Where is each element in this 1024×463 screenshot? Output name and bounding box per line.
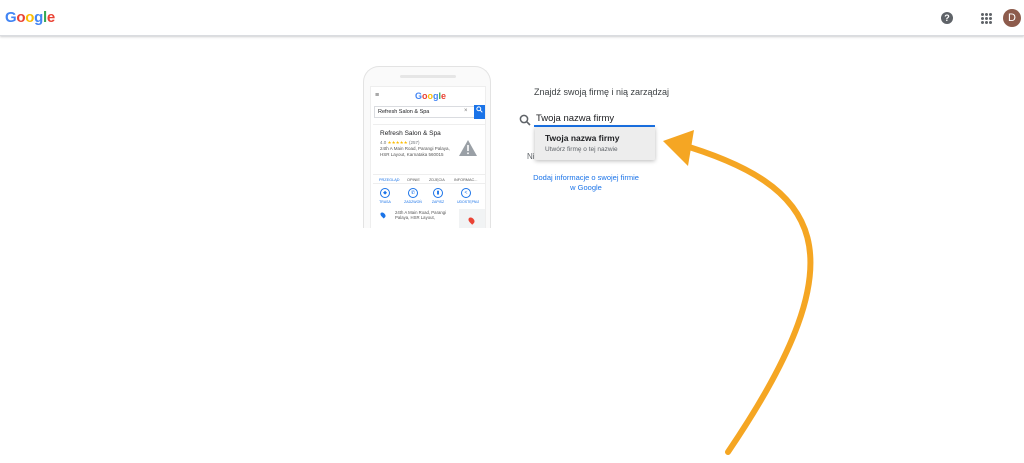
arrow-head bbox=[663, 130, 694, 166]
phone-search-button bbox=[474, 105, 485, 119]
add-business-link[interactable]: Dodaj informacje o swojej firmie w Googl… bbox=[532, 173, 640, 193]
map-marker-icon bbox=[467, 216, 476, 225]
action-label: ZAPISZ bbox=[431, 200, 445, 204]
suggestion-dropdown[interactable]: Twoja nazwa firmy Utwórz firmę o tej naz… bbox=[535, 127, 655, 160]
arrow-shaft bbox=[673, 140, 814, 455]
menu-icon: ≡ bbox=[375, 92, 380, 99]
phone-speaker bbox=[400, 75, 456, 78]
tab-reviews: OPINIE bbox=[407, 177, 420, 182]
search-icon bbox=[519, 114, 531, 126]
page: Google ? D ≡ Google Refresh Salon & Spa … bbox=[0, 0, 1024, 463]
business-address: 24th A Main Road, Parangi Palaya, HSR La… bbox=[380, 146, 450, 157]
location-text: 24th A Main Road, Parangi Palaya, HSR La… bbox=[395, 210, 447, 221]
warning-icon bbox=[459, 140, 477, 156]
page-heading: Znajdź swoją firmę i nią zarządzaj bbox=[534, 87, 670, 97]
action-share: < UDOSTĘPNIJ bbox=[457, 188, 480, 204]
bookmark-icon: ▮ bbox=[433, 188, 443, 198]
phone-google-logo: Google bbox=[415, 91, 447, 101]
phone-screen: ≡ Google Refresh Salon & Spa × Refresh S… bbox=[370, 86, 486, 228]
business-name-input[interactable] bbox=[534, 112, 655, 127]
suggestion-subtitle: Utwórz firmę o tej nazwie bbox=[545, 146, 618, 153]
suggestion-title[interactable]: Twoja nazwa firmy bbox=[545, 133, 619, 143]
action-save: ▮ ZAPISZ bbox=[429, 188, 447, 204]
action-label: ZADZWOŃ bbox=[404, 200, 422, 204]
location-pin-icon bbox=[379, 211, 387, 219]
directions-icon: ◆ bbox=[380, 188, 390, 198]
search-icon bbox=[476, 106, 483, 113]
share-icon: < bbox=[461, 188, 471, 198]
clear-icon: × bbox=[464, 108, 468, 114]
business-name: Refresh Salon & Spa bbox=[380, 130, 441, 137]
rating-stars: ★★★★★ bbox=[387, 140, 408, 145]
review-count: (257) bbox=[408, 140, 420, 145]
apps-grid-icon[interactable] bbox=[981, 13, 992, 24]
action-directions: ◆ TRASA bbox=[376, 188, 394, 204]
action-call: ✆ ZADZWOŃ bbox=[404, 188, 422, 204]
partial-text: Ni bbox=[527, 152, 535, 161]
account-avatar[interactable]: D bbox=[1003, 9, 1021, 27]
action-label: TRASA bbox=[379, 200, 391, 204]
phone-illustration: ≡ Google Refresh Salon & Spa × Refresh S… bbox=[363, 66, 491, 228]
rating-value: 4.0 bbox=[380, 140, 387, 145]
map-thumbnail bbox=[459, 209, 485, 228]
business-card: Refresh Salon & Spa 4.0 ★★★★★ (257) 24th… bbox=[373, 124, 485, 228]
action-label: UDOSTĘPNIJ bbox=[457, 200, 480, 204]
help-icon[interactable]: ? bbox=[941, 12, 953, 24]
annotation-arrow bbox=[663, 130, 814, 455]
top-app-bar: Google ? D bbox=[0, 0, 1024, 36]
google-logo[interactable]: Google bbox=[5, 9, 55, 26]
business-tabs: PRZEGLĄD OPINIE ZDJĘCIA INFORMAC... bbox=[373, 174, 485, 184]
tab-photos: ZDJĘCIA bbox=[429, 177, 445, 182]
phone-icon: ✆ bbox=[408, 188, 418, 198]
tab-overview: PRZEGLĄD bbox=[379, 177, 400, 182]
tab-info: INFORMAC... bbox=[454, 177, 478, 182]
